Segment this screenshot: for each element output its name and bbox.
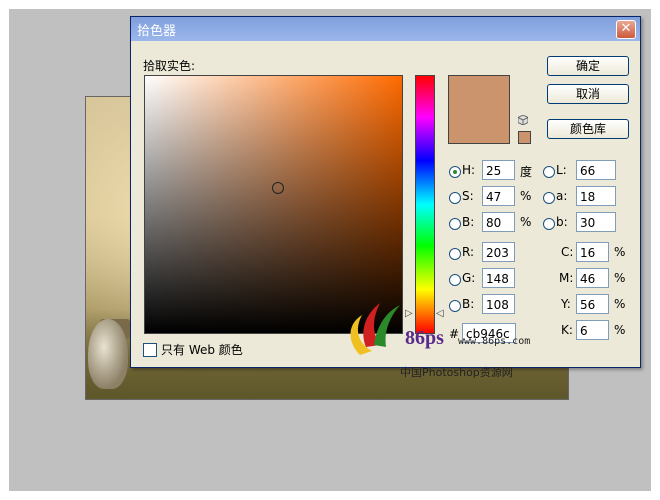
title-bar[interactable]: 拾色器 ✕ <box>131 17 640 41</box>
unit-h: 度 <box>520 165 533 179</box>
input-b[interactable]: 80 <box>482 212 515 232</box>
input-s[interactable]: 47 <box>482 186 515 206</box>
unit-y: % <box>614 297 626 311</box>
watermark-logo-icon <box>350 303 400 355</box>
photo-pot <box>88 319 128 389</box>
radio-h[interactable] <box>449 166 461 178</box>
radio-l[interactable] <box>543 166 555 178</box>
web-colors-only-label: 只有 Web 颜色 <box>161 343 243 357</box>
watermark: 86ps www.86ps.com 中国Photoshop资源网 <box>340 285 550 379</box>
input-l[interactable]: 66 <box>576 160 616 180</box>
input-k[interactable]: 6 <box>576 320 609 340</box>
unit-b: % <box>520 215 532 229</box>
web-colors-only-checkbox[interactable]: 只有 Web 颜色 <box>143 341 243 358</box>
label-a: a: <box>556 189 568 203</box>
label-r: R: <box>462 245 475 259</box>
input-a[interactable]: 18 <box>576 186 616 206</box>
dialog-title: 拾色器 <box>137 23 177 39</box>
unit-c: % <box>614 245 626 259</box>
label-b: B: <box>462 215 475 229</box>
radio-b[interactable] <box>449 218 461 230</box>
color-selector-circle[interactable] <box>272 182 284 194</box>
input-m[interactable]: 46 <box>576 268 609 288</box>
checkbox-box[interactable] <box>143 342 157 357</box>
radio-lab-b[interactable] <box>543 218 555 230</box>
radio-r[interactable] <box>449 248 461 260</box>
unit-s: % <box>520 189 532 203</box>
radio-s[interactable] <box>449 192 461 204</box>
radio-a[interactable] <box>543 192 555 204</box>
cancel-button[interactable]: 取消 <box>547 84 629 104</box>
unit-k: % <box>614 323 626 337</box>
new-color-swatch <box>448 75 510 144</box>
out-of-gamut-cube-icon[interactable] <box>518 115 528 125</box>
label-m: M: <box>559 271 574 285</box>
input-r[interactable]: 203 <box>482 242 515 262</box>
watermark-cn-text: 中国Photoshop资源网 <box>400 366 513 379</box>
watermark-brand: 86ps <box>405 327 444 349</box>
color-libraries-button[interactable]: 颜色库 <box>547 119 629 139</box>
watermark-url: www.86ps.com <box>458 336 531 347</box>
label-s: S: <box>462 189 474 203</box>
ok-button[interactable]: 确定 <box>547 56 629 76</box>
input-h[interactable]: 25 <box>482 160 515 180</box>
unit-m: % <box>614 271 626 285</box>
label-l: L: <box>556 163 567 177</box>
label-g: G: <box>462 271 476 285</box>
input-y[interactable]: 56 <box>576 294 609 314</box>
label-c: C: <box>561 245 574 259</box>
close-button[interactable]: ✕ <box>616 20 636 39</box>
label-lab-b: b: <box>556 215 568 229</box>
label-h: H: <box>462 163 476 177</box>
web-safe-swatch[interactable] <box>518 131 531 144</box>
input-c[interactable]: 16 <box>576 242 609 262</box>
pick-solid-label: 拾取实色: <box>143 59 196 73</box>
input-lab-b[interactable]: 30 <box>576 212 616 232</box>
label-y: Y: <box>561 297 571 311</box>
label-k: K: <box>561 323 573 337</box>
